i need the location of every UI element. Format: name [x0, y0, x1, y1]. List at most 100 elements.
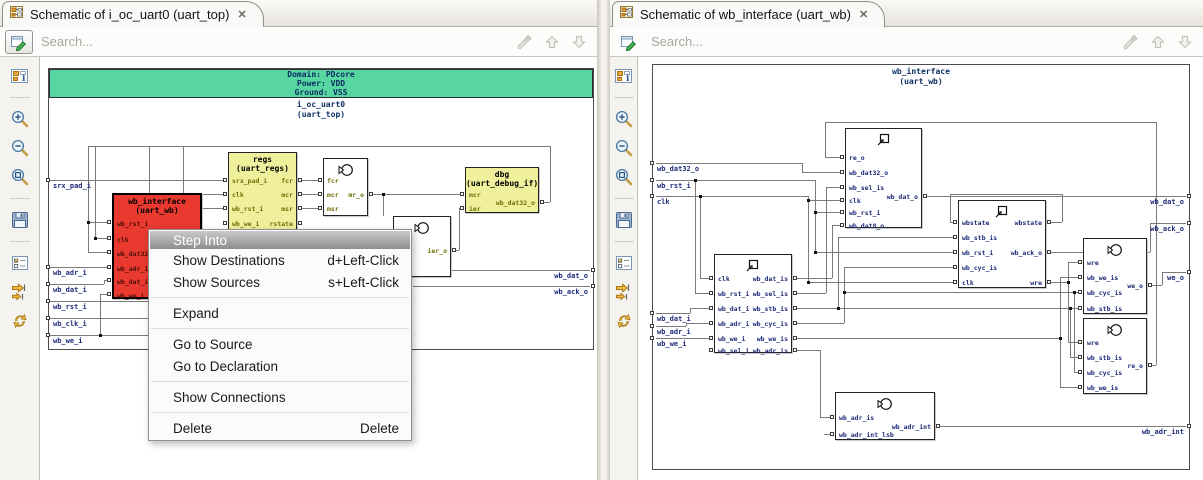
wire[interactable] — [825, 122, 1156, 123]
search-previous-icon[interactable] — [544, 34, 560, 50]
wire[interactable] — [820, 350, 821, 417]
panel-splitter[interactable] — [597, 0, 610, 480]
block-inst-1[interactable]: wbstate wb_stb_is wb_rst_i wb_cyc_is clk wbst… — [958, 200, 1046, 288]
wire[interactable] — [1051, 282, 1068, 283]
wire[interactable] — [656, 196, 808, 197]
zoom-out-button[interactable] — [9, 137, 31, 159]
menu-item-show-connections[interactable]: Show Connections — [150, 386, 410, 408]
zoom-fit-button[interactable] — [613, 166, 635, 188]
wire[interactable] — [1074, 292, 1075, 372]
wire[interactable] — [802, 163, 803, 172]
menu-item-expand[interactable]: Expand — [150, 302, 410, 324]
wire[interactable] — [950, 194, 1062, 195]
trace-signal-button[interactable] — [9, 281, 31, 303]
wire[interactable] — [808, 196, 809, 282]
wire[interactable] — [1062, 194, 1063, 222]
display-options-button[interactable] — [9, 252, 31, 274]
wire[interactable] — [695, 293, 709, 294]
menu-item-step-into[interactable]: Step Into — [150, 231, 410, 249]
wire[interactable] — [940, 426, 1186, 427]
wire[interactable] — [797, 338, 1060, 339]
menu-item-delete[interactable]: Delete Delete — [150, 417, 410, 439]
wire[interactable] — [183, 146, 184, 194]
wire[interactable] — [459, 208, 460, 250]
wire[interactable] — [815, 212, 840, 213]
annotate-button[interactable] — [5, 29, 33, 54]
wire[interactable] — [825, 157, 840, 158]
menu-item-show-sources[interactable]: Show Sources s+Left-Click — [150, 271, 410, 293]
annotate-button[interactable] — [615, 30, 643, 54]
block-inst-0[interactable]: re_o wb_dat32_o wb_sel_is clk wb_rst_i wb_dat… — [845, 128, 922, 230]
wire[interactable] — [1156, 122, 1157, 365]
wire[interactable] — [844, 267, 845, 323]
wire[interactable] — [88, 222, 107, 223]
reload-button[interactable] — [613, 310, 635, 332]
wire[interactable] — [826, 187, 827, 293]
wire[interactable] — [1051, 222, 1062, 223]
wire[interactable] — [373, 194, 460, 195]
wire[interactable] — [686, 323, 709, 324]
wire[interactable] — [656, 180, 815, 181]
zoom-in-button[interactable] — [9, 108, 31, 130]
wire[interactable] — [88, 252, 107, 253]
reload-button[interactable] — [9, 310, 31, 332]
wire[interactable] — [927, 196, 1186, 197]
block-inst-3[interactable]: wre wb_we_is wb_cyc_is wb_stb_is we_o — [1083, 238, 1147, 314]
wire[interactable] — [797, 350, 820, 351]
wire[interactable] — [656, 338, 709, 339]
wire[interactable] — [820, 417, 830, 418]
wire[interactable] — [302, 194, 318, 195]
wire[interactable] — [100, 294, 107, 295]
wire[interactable] — [838, 237, 839, 308]
wire[interactable] — [797, 293, 826, 294]
tab-schematic-uart-top[interactable]: Schematic of i_oc_uart0 (uart_top) ✕ — [2, 1, 264, 27]
wire[interactable] — [700, 278, 709, 279]
wire[interactable] — [815, 252, 953, 253]
wire[interactable] — [456, 250, 459, 251]
wire[interactable] — [413, 286, 590, 287]
wire[interactable] — [1068, 282, 1069, 342]
wire[interactable] — [1068, 342, 1078, 343]
wire[interactable] — [1060, 277, 1061, 338]
wire[interactable] — [844, 292, 1078, 293]
wire[interactable] — [544, 202, 550, 203]
search-input[interactable] — [643, 34, 1121, 49]
wire[interactable] — [1060, 387, 1078, 388]
save-button[interactable] — [9, 209, 31, 231]
block-inst-5[interactable]: wb_adr_is wb_adr_int_lsb wb_adr_int — [835, 392, 935, 440]
wire[interactable] — [88, 146, 89, 252]
wire[interactable] — [797, 323, 844, 324]
menu-item-go-to-source[interactable]: Go to Source — [150, 333, 410, 355]
wire[interactable] — [50, 301, 148, 302]
search-next-icon[interactable] — [571, 34, 587, 50]
block-inst-4[interactable]: wre wb_stb_is wb_cyc_is wb_we_is re_o — [1083, 318, 1147, 394]
clear-highlight-icon[interactable] — [515, 33, 533, 51]
wire[interactable] — [50, 318, 148, 319]
menu-item-go-to-declaration[interactable]: Go to Declaration — [150, 355, 410, 377]
wire[interactable] — [1068, 262, 1069, 282]
schematic-canvas[interactable]: wb_interface (uart_wb) wb_dat32_o wb_rst_i c… — [638, 57, 1203, 480]
block-inst-2[interactable]: clk wb_rst_i wb_dat_i wb_adr_i wb_we_i wb_sel… — [714, 254, 792, 355]
search-next-icon[interactable] — [1177, 34, 1193, 50]
tab-close-icon[interactable]: ✕ — [859, 8, 868, 21]
zoom-fit-button[interactable] — [9, 166, 31, 188]
wire[interactable] — [656, 326, 686, 327]
zoom-in-button[interactable] — [613, 108, 635, 130]
wire[interactable] — [1152, 365, 1156, 366]
clear-highlight-icon[interactable] — [1121, 33, 1139, 51]
wire[interactable] — [832, 225, 840, 226]
wire[interactable] — [1152, 285, 1162, 286]
wire[interactable] — [1060, 338, 1061, 387]
wire[interactable] — [88, 146, 550, 147]
wire[interactable] — [844, 267, 953, 268]
wire[interactable] — [656, 163, 802, 164]
save-button[interactable] — [613, 209, 635, 231]
wire[interactable] — [50, 180, 223, 181]
wire[interactable] — [826, 187, 840, 188]
block-dbg[interactable]: dbg (uart_debug_if) mcr ier wb_dat32_o — [465, 167, 539, 213]
menu-item-show-destinations[interactable]: Show Destinations d+Left-Click — [150, 249, 410, 271]
wire[interactable] — [302, 208, 318, 209]
schematic-info-button[interactable]: i — [613, 65, 635, 87]
wire[interactable] — [50, 267, 107, 268]
zoom-out-button[interactable] — [613, 137, 635, 159]
